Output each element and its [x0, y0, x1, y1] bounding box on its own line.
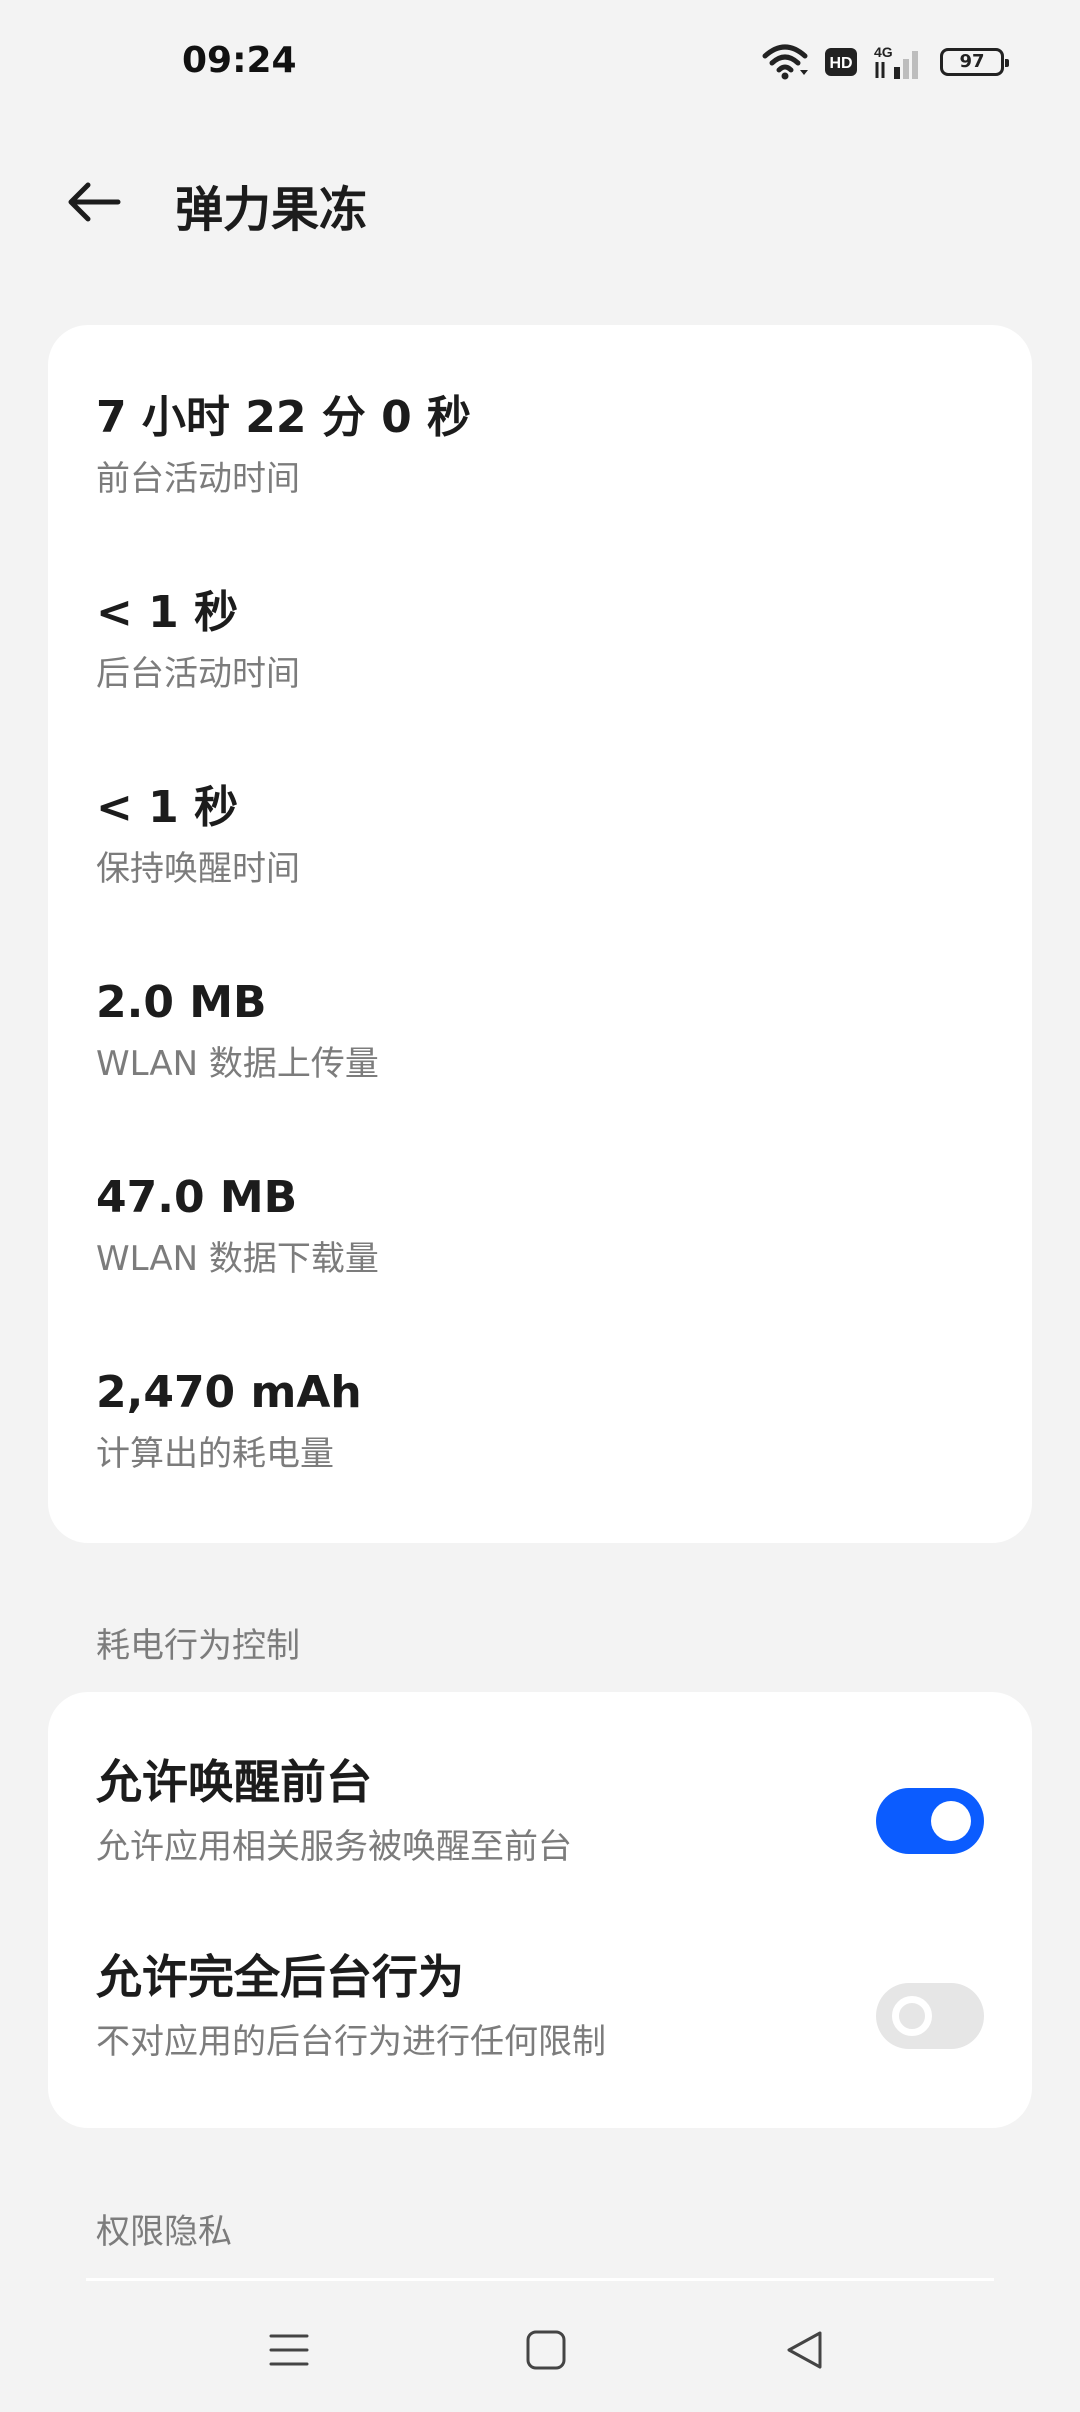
- battery-level: 97: [959, 51, 985, 72]
- stat-value: 2.0 MB: [96, 977, 267, 1028]
- back-arrow-icon: [68, 182, 121, 222]
- network-label: 4G: [874, 44, 893, 60]
- home-button[interactable]: [506, 2310, 586, 2390]
- status-time: 09:24: [182, 40, 297, 81]
- navigation-bar: [0, 2282, 1080, 2412]
- power-control-section-title: 耗电行为控制: [96, 1626, 300, 1666]
- stat-wlan-download: 47.0 MB WLAN 数据下载量: [96, 1169, 976, 1285]
- stat-power-consumption: 2,470 mAh 计算出的耗电量: [96, 1364, 976, 1480]
- hd-icon: HD: [824, 47, 858, 77]
- header: 弹力果冻: [0, 140, 1080, 260]
- hd-label: HD: [829, 55, 852, 72]
- stat-value: 7 小时 22 分 0 秒: [96, 392, 472, 443]
- back-nav-button[interactable]: [764, 2310, 844, 2390]
- power-control-card: 允许唤醒前台 允许应用相关服务被唤醒至前台 允许完全后台行为 不对应用的后台行为…: [48, 1692, 1032, 2128]
- stat-value: < 1 秒: [96, 782, 239, 833]
- back-triangle-icon: [787, 2331, 822, 2369]
- privacy-card-top-edge: [86, 2278, 994, 2281]
- stat-foreground-time: 7 小时 22 分 0 秒 前台活动时间: [96, 389, 976, 505]
- stat-label: WLAN 数据上传量: [96, 1044, 379, 1084]
- switch-knob: [892, 1996, 932, 2036]
- back-button[interactable]: [54, 162, 134, 242]
- toggle-title: 允许唤醒前台: [96, 1755, 372, 1809]
- stat-value: 47.0 MB: [96, 1172, 298, 1223]
- stat-value: 2,470 mAh: [96, 1367, 362, 1418]
- status-icons: HD 4G 97: [762, 36, 1009, 88]
- menu-button[interactable]: [249, 2310, 329, 2390]
- wifi-icon: [762, 44, 808, 80]
- stat-label: 计算出的耗电量: [96, 1434, 334, 1474]
- toggle-description: 允许应用相关服务被唤醒至前台: [96, 1827, 572, 1867]
- allow-full-background-switch[interactable]: [876, 1983, 984, 2049]
- battery-icon: 97: [940, 48, 1009, 76]
- toggle-description: 不对应用的后台行为进行任何限制: [96, 2022, 606, 2062]
- allow-full-background-row[interactable]: 允许完全后台行为 不对应用的后台行为进行任何限制: [96, 1947, 984, 2117]
- stat-label: 前台活动时间: [96, 459, 300, 499]
- allow-wake-foreground-row[interactable]: 允许唤醒前台 允许应用相关服务被唤醒至前台: [96, 1752, 984, 1922]
- signal-4g-icon: 4G: [874, 43, 924, 81]
- stat-label: WLAN 数据下载量: [96, 1239, 379, 1279]
- status-bar: 09:24 HD 4G 97: [0, 0, 1080, 130]
- privacy-section-title: 权限隐私: [96, 2212, 232, 2252]
- stat-wake-time: < 1 秒 保持唤醒时间: [96, 779, 976, 895]
- usage-stats-card: 7 小时 22 分 0 秒 前台活动时间 < 1 秒 后台活动时间 < 1 秒 …: [48, 325, 1032, 1543]
- home-icon: [526, 2330, 566, 2370]
- stat-wlan-upload: 2.0 MB WLAN 数据上传量: [96, 974, 976, 1090]
- stat-label: 保持唤醒时间: [96, 849, 300, 889]
- toggle-title: 允许完全后台行为: [96, 1950, 464, 2004]
- page-title: 弹力果冻: [175, 182, 368, 238]
- stat-background-time: < 1 秒 后台活动时间: [96, 584, 976, 700]
- allow-wake-foreground-switch[interactable]: [876, 1788, 984, 1854]
- stat-value: < 1 秒: [96, 587, 239, 638]
- menu-icon: [269, 2334, 309, 2366]
- stat-label: 后台活动时间: [96, 654, 300, 694]
- switch-knob: [931, 1801, 971, 1841]
